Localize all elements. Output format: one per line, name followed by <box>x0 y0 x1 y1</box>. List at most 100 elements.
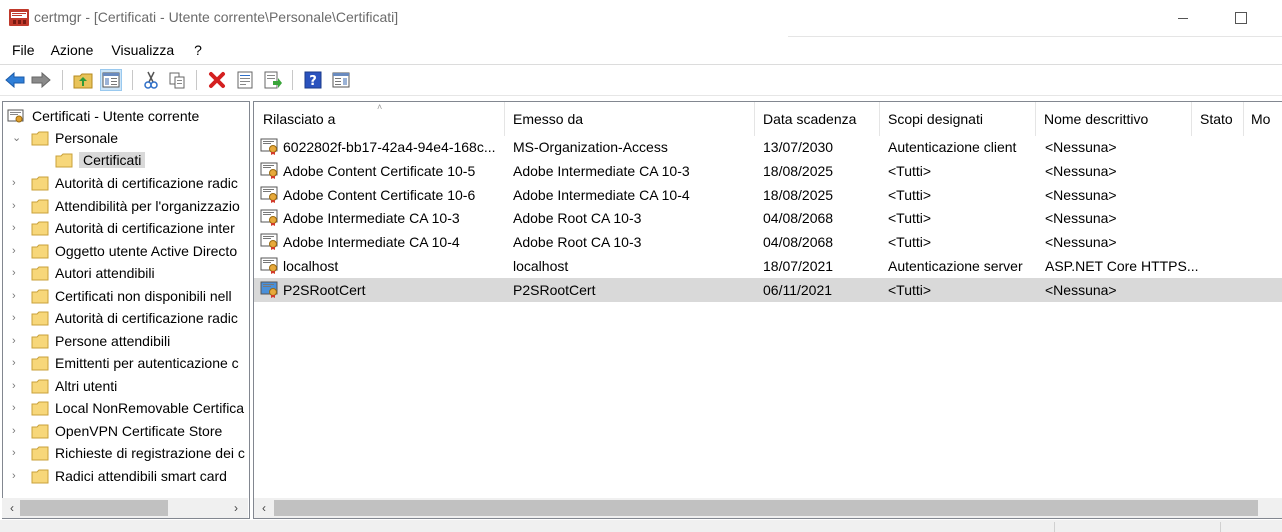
show-hide-action-pane-icon[interactable] <box>330 69 352 91</box>
tree-item[interactable]: › Radici attendibili smart card <box>3 466 249 488</box>
help-icon[interactable]: ? <box>302 69 324 91</box>
tree-item[interactable]: › Oggetto utente Active Directo <box>3 241 249 263</box>
scrollbar-thumb[interactable] <box>274 500 1258 516</box>
column-divider[interactable] <box>504 102 505 136</box>
table-row[interactable]: Adobe Intermediate CA 10-4 Adobe Root CA … <box>254 230 1282 254</box>
table-row[interactable]: localhost localhost 18/07/2021 Autenticazio… <box>254 254 1282 278</box>
status-divider <box>1220 522 1221 532</box>
table-row[interactable]: Adobe Content Certificate 10-5 Adobe Inte… <box>254 159 1282 183</box>
tree-item-label: Certificati <box>79 152 146 168</box>
tree-item[interactable]: › Persone attendibili <box>3 331 249 353</box>
chevron-right-icon[interactable]: › <box>12 312 22 324</box>
table-cell-friendly: <Nessuna> <box>1045 139 1117 155</box>
tree-item[interactable]: › Autorità di certificazione radic <box>3 308 249 330</box>
tree-horizontal-scrollbar[interactable]: ‹ › <box>2 498 248 518</box>
column-divider[interactable] <box>1191 102 1192 136</box>
chevron-right-icon[interactable]: › <box>12 335 22 347</box>
cut-icon[interactable] <box>140 69 162 91</box>
column-header-purposes[interactable]: Scopi designati <box>888 111 983 127</box>
properties-icon[interactable] <box>234 69 256 91</box>
column-header-issued-by[interactable]: Emesso da <box>513 111 583 127</box>
tree-item-label: Richieste di registrazione dei c <box>55 445 245 461</box>
copy-icon[interactable] <box>166 69 188 91</box>
column-header-friendly-name[interactable]: Nome descrittivo <box>1044 111 1148 127</box>
scrollbar-thumb[interactable] <box>20 500 168 516</box>
chevron-right-icon[interactable]: › <box>12 177 22 189</box>
console-tree[interactable]: Certificati - Utente corrente ⌄ Personal… <box>2 101 250 519</box>
tree-item[interactable]: › Attendibilità per l'organizzazio <box>3 196 249 218</box>
scroll-left-icon[interactable]: ‹ <box>4 499 20 517</box>
tree-item-personale[interactable]: ⌄ Personale <box>3 128 249 150</box>
tree-item[interactable]: › OpenVPN Certificate Store <box>3 421 249 443</box>
column-divider[interactable] <box>754 102 755 136</box>
menu-visualizza[interactable]: Visualizza <box>101 40 182 62</box>
chevron-right-icon[interactable]: › <box>12 402 22 414</box>
folder-icon <box>31 469 49 483</box>
status-divider <box>1054 522 1055 532</box>
show-hide-console-tree-icon[interactable] <box>100 69 122 91</box>
chevron-right-icon[interactable]: › <box>12 357 22 369</box>
chevron-right-icon[interactable]: › <box>12 447 22 459</box>
tree-item[interactable]: › Richieste di registrazione dei c <box>3 443 249 465</box>
column-header-more[interactable]: Mo <box>1251 111 1270 127</box>
certificates-store-icon <box>7 109 24 123</box>
list-horizontal-scrollbar[interactable]: ‹ <box>254 498 1282 518</box>
certmgr-app-icon <box>9 9 29 26</box>
column-divider[interactable] <box>879 102 880 136</box>
chevron-right-icon[interactable]: › <box>12 245 22 257</box>
tree-item[interactable]: › Autorità di certificazione radic <box>3 173 249 195</box>
tree-item-label: Autorità di certificazione inter <box>55 220 235 236</box>
tree-root[interactable]: Certificati - Utente corrente <box>3 106 249 128</box>
column-header-expiration[interactable]: Data scadenza <box>763 111 856 127</box>
menu-azione[interactable]: Azione <box>43 40 102 62</box>
table-row[interactable]: Adobe Content Certificate 10-6 Adobe Inte… <box>254 183 1282 207</box>
chevron-down-icon[interactable]: ⌄ <box>12 132 22 144</box>
up-folder-icon[interactable] <box>72 69 94 91</box>
column-divider[interactable] <box>1035 102 1036 136</box>
table-row[interactable]: P2SRootCert P2SRootCert 06/11/2021 <Tutti> <… <box>254 277 1282 302</box>
table-cell-purposes: <Tutti> <box>888 234 932 251</box>
sort-ascending-icon: ˄ <box>377 102 383 112</box>
tree-item[interactable]: › Certificati non disponibili nell <box>3 286 249 308</box>
tree-item[interactable]: › Emittenti per autenticazione c <box>3 353 249 375</box>
column-divider[interactable] <box>1243 102 1244 136</box>
tree-item[interactable]: › Autorità di certificazione inter <box>3 218 249 240</box>
table-cell-issued-to: localhost <box>283 258 339 274</box>
menu-file[interactable]: File <box>0 40 43 62</box>
tree-item-label: Local NonRemovable Certifica <box>55 400 245 416</box>
column-header-issued-to[interactable]: Rilasciato a <box>263 111 335 127</box>
tree-item-label: Oggetto utente Active Directo <box>55 242 238 259</box>
back-arrow-icon[interactable] <box>4 69 26 91</box>
menu-help[interactable]: ? <box>182 40 210 62</box>
delete-icon[interactable] <box>206 69 228 91</box>
table-row[interactable]: 6022802f-bb17-42a4-94e4-168c... MS-Organi… <box>254 135 1282 159</box>
certificate-list[interactable]: ˄ Rilasciato a Emesso da Data scadenza S… <box>253 101 1282 519</box>
minimize-button[interactable] <box>1160 0 1206 36</box>
scroll-right-icon[interactable]: › <box>228 499 244 517</box>
chevron-right-icon[interactable]: › <box>12 200 22 212</box>
tree-item[interactable]: › Altri utenti <box>3 376 249 398</box>
table-row[interactable]: Adobe Intermediate CA 10-3 Adobe Root CA … <box>254 206 1282 230</box>
chevron-right-icon[interactable]: › <box>12 222 22 234</box>
chevron-right-icon[interactable]: › <box>12 470 22 482</box>
tree-item-label: Radici attendibili smart card <box>55 467 227 484</box>
maximize-button[interactable] <box>1218 0 1264 36</box>
folder-icon <box>31 131 49 146</box>
table-cell-issued-by: localhost <box>513 258 569 274</box>
tree-item[interactable]: › Autori attendibili <box>3 263 249 285</box>
forward-arrow-icon[interactable] <box>30 69 52 91</box>
column-header-status[interactable]: Stato <box>1200 111 1233 127</box>
export-list-icon[interactable] <box>262 69 284 91</box>
folder-icon <box>31 266 49 281</box>
folder-icon <box>31 334 49 348</box>
chevron-right-icon[interactable]: › <box>12 380 22 392</box>
scroll-left-icon[interactable]: ‹ <box>256 499 272 517</box>
chevron-right-icon[interactable]: › <box>12 290 22 302</box>
chevron-right-icon[interactable]: › <box>12 425 22 437</box>
table-cell-friendly: <Nessuna> <box>1045 210 1117 227</box>
chevron-right-icon[interactable]: › <box>12 267 22 279</box>
tree-item-certificati[interactable]: Certificati <box>3 150 249 172</box>
tree-item-label: Attendibilità per l'organizzazio <box>55 197 240 214</box>
folder-icon <box>31 289 49 303</box>
tree-item[interactable]: › Local NonRemovable Certifica <box>3 398 249 420</box>
